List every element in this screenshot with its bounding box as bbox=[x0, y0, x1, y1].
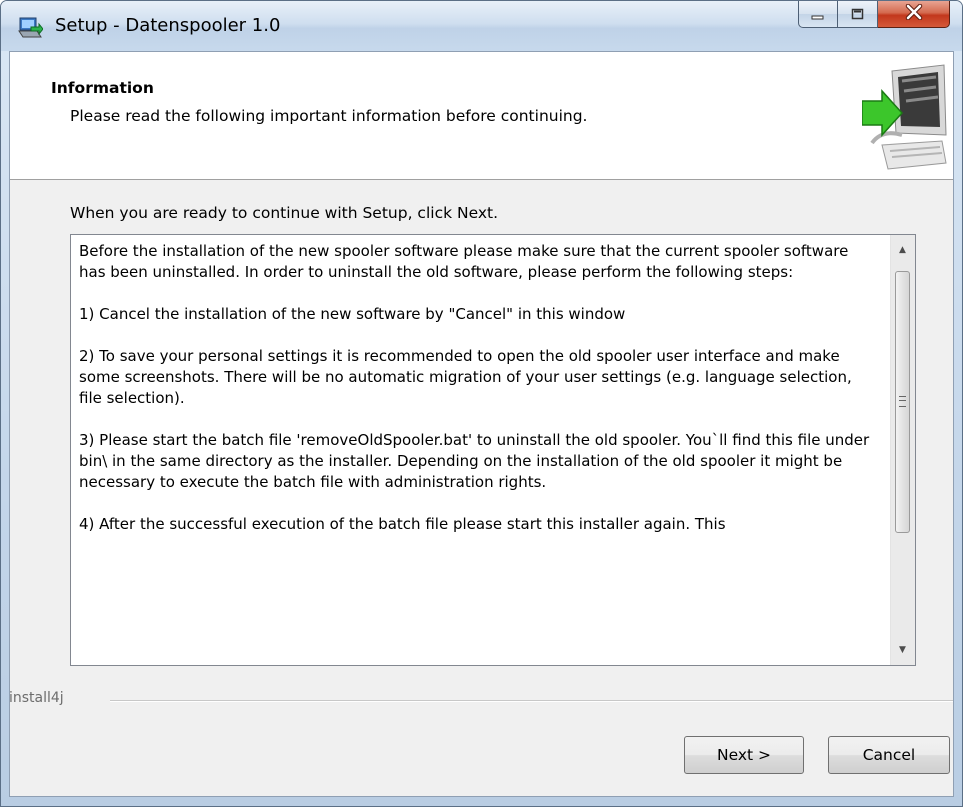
cancel-button[interactable]: Cancel bbox=[828, 736, 950, 774]
scrollbar-thumb[interactable] bbox=[895, 271, 910, 533]
next-button[interactable]: Next > bbox=[684, 736, 804, 774]
footer-divider bbox=[110, 700, 953, 702]
close-button[interactable] bbox=[878, 1, 950, 28]
caption-buttons bbox=[798, 1, 950, 29]
wizard-header: Information Please read the following im… bbox=[10, 52, 953, 180]
maximize-button[interactable] bbox=[838, 1, 878, 28]
window-title: Setup - Datenspooler 1.0 bbox=[55, 15, 281, 36]
computer-arrow-icon bbox=[861, 63, 948, 175]
vertical-scrollbar[interactable]: ▲ ▼ bbox=[890, 235, 915, 665]
scroll-down-icon[interactable]: ▼ bbox=[894, 640, 911, 660]
information-textbox[interactable]: Before the installation of the new spool… bbox=[70, 234, 916, 666]
minimize-button[interactable] bbox=[798, 1, 838, 28]
grip-icon bbox=[899, 396, 906, 407]
minimize-icon bbox=[811, 5, 825, 24]
page-title: Information bbox=[51, 79, 154, 97]
wizard-content: Information Please read the following im… bbox=[9, 51, 954, 797]
installer-brand: install4j bbox=[9, 690, 64, 706]
continue-instruction: When you are ready to continue with Setu… bbox=[70, 204, 499, 222]
title-bar[interactable]: Setup - Datenspooler 1.0 bbox=[1, 1, 962, 51]
setup-app-icon bbox=[17, 15, 44, 41]
scroll-up-icon[interactable]: ▲ bbox=[894, 240, 911, 260]
information-text: Before the installation of the new spool… bbox=[79, 242, 870, 533]
close-icon bbox=[905, 3, 923, 24]
page-subtitle: Please read the following important info… bbox=[70, 107, 588, 125]
maximize-icon bbox=[851, 5, 865, 24]
setup-window: Setup - Datenspooler 1.0 Information Ple… bbox=[0, 0, 963, 807]
